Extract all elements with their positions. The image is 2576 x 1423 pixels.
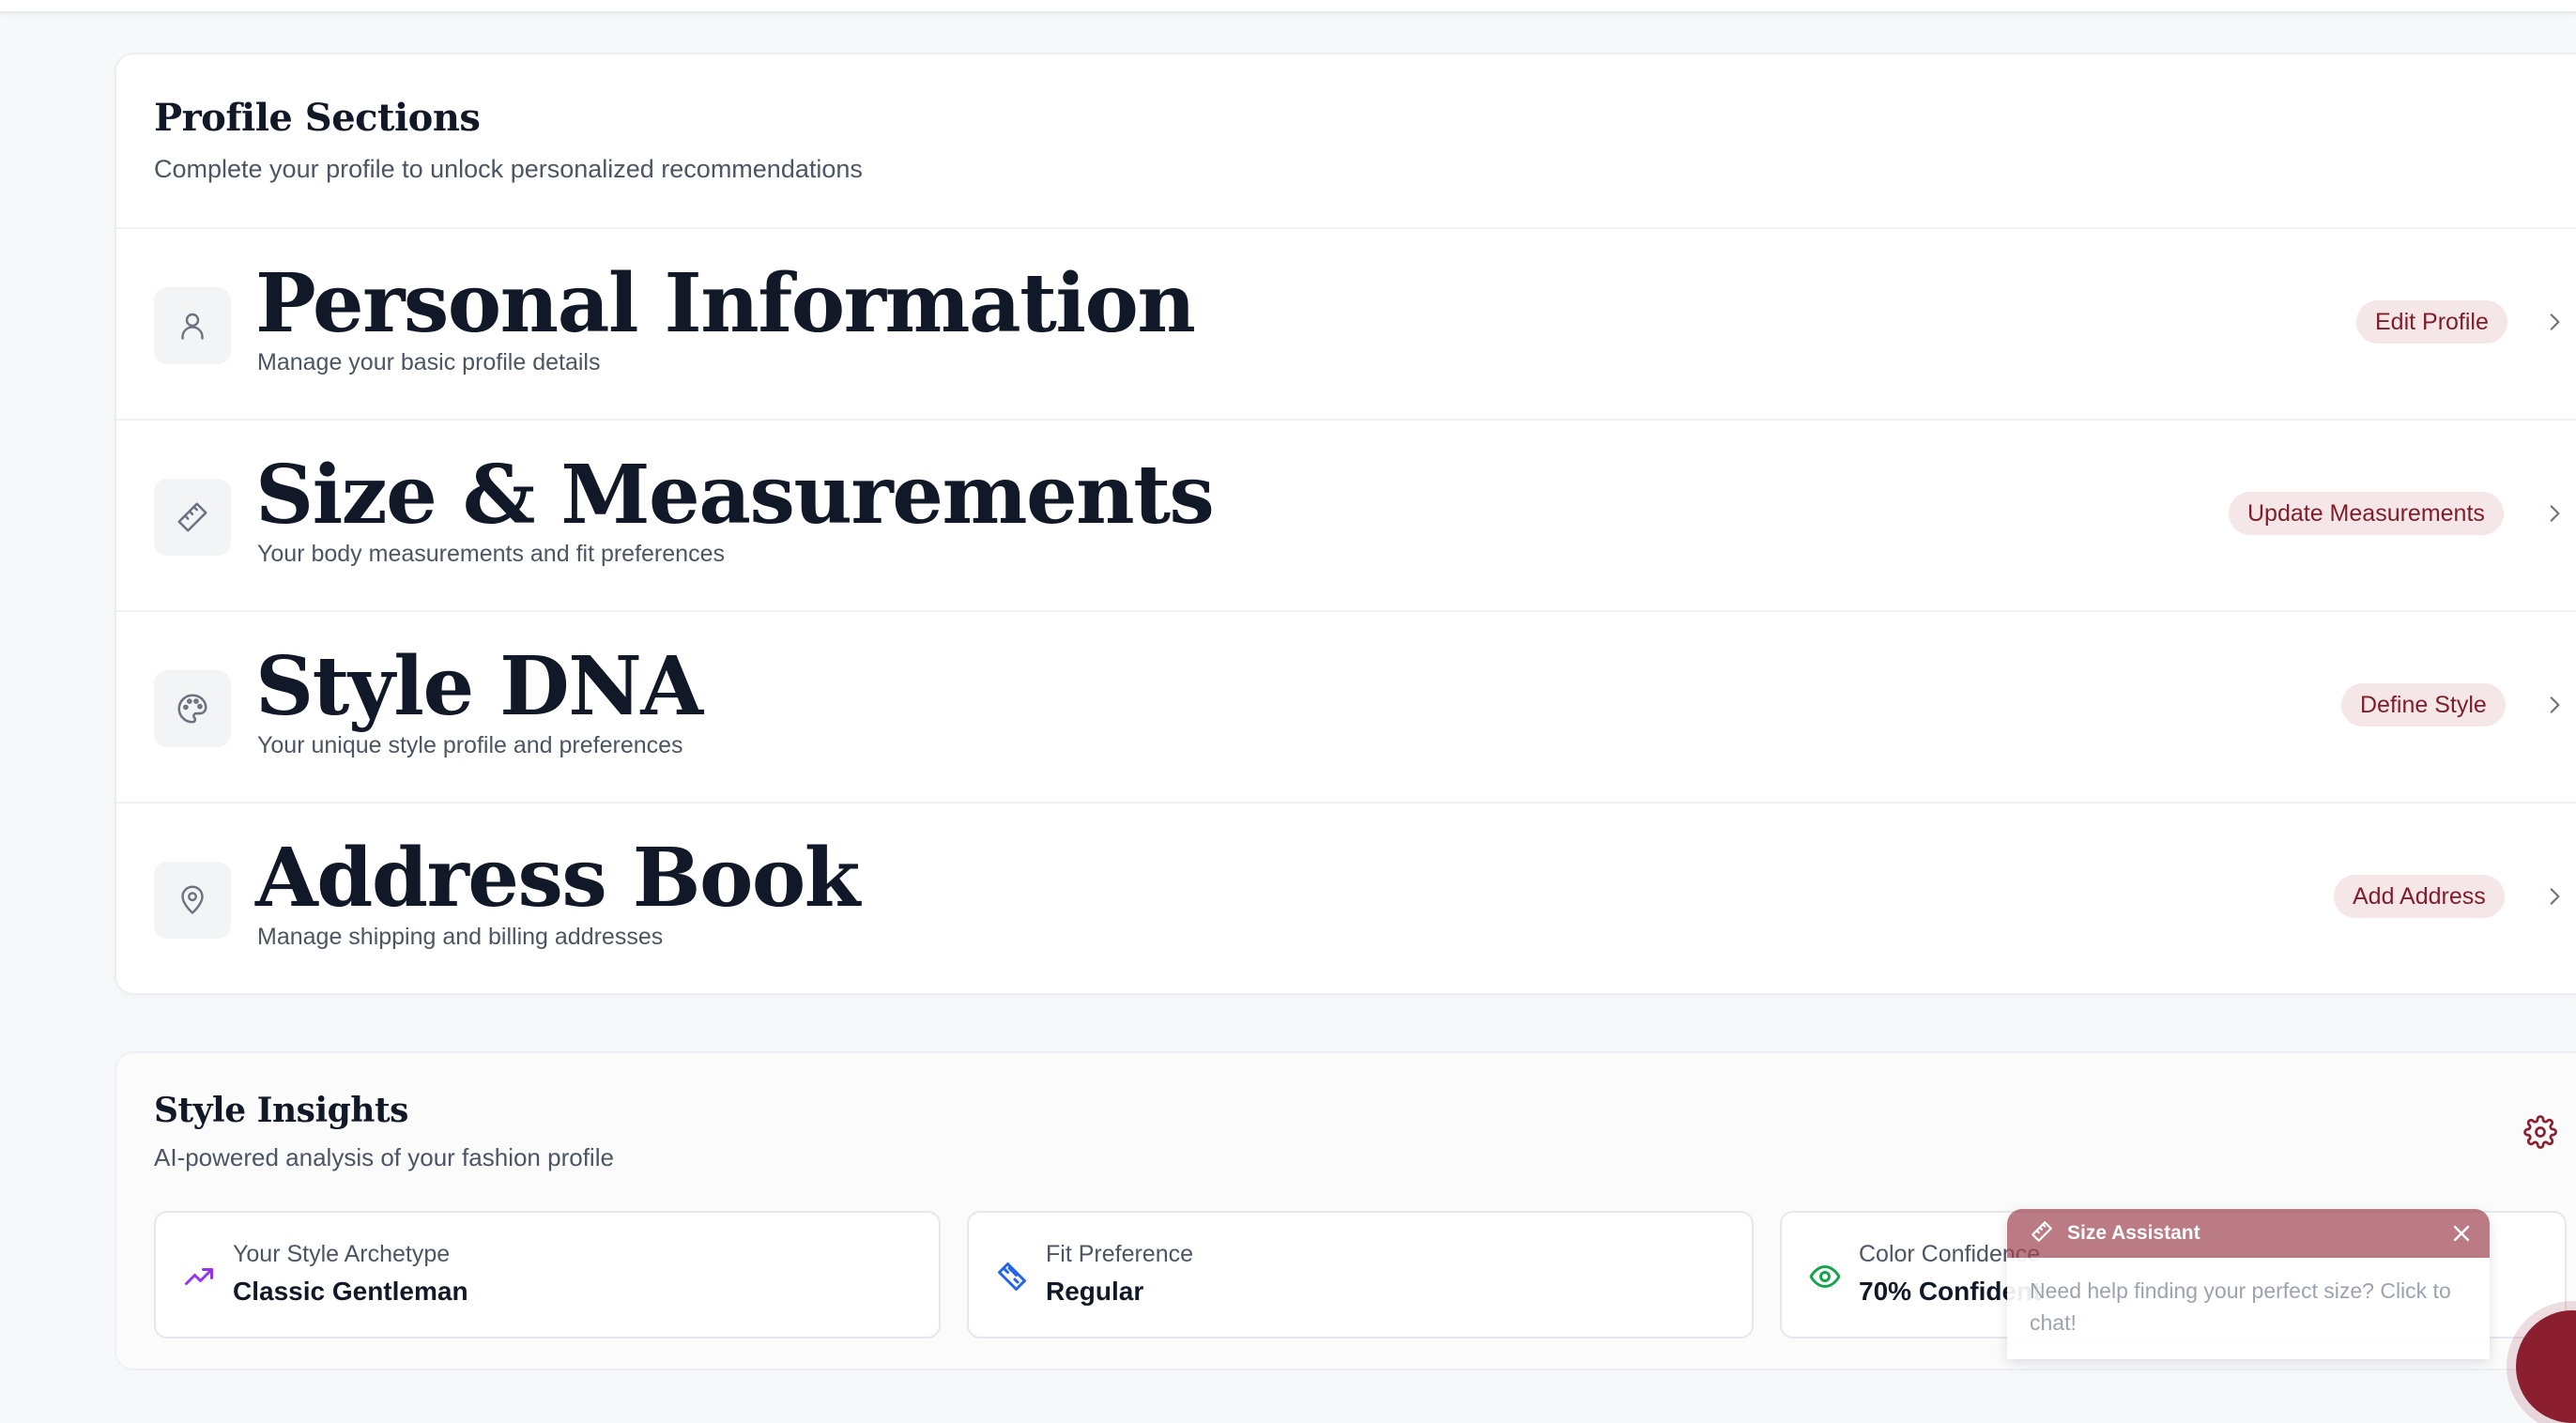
edit-profile-button[interactable]: Edit Profile	[2356, 300, 2507, 344]
section-row-style-dna[interactable]: Style DNA Your unique style profile and …	[116, 612, 2576, 803]
section-title: Address Book	[255, 831, 860, 926]
eye-icon	[1808, 1260, 1842, 1293]
section-row-address-book[interactable]: Address Book Manage shipping and billing…	[116, 803, 2576, 991]
section-row-personal-information[interactable]: Personal Information Manage your basic p…	[116, 229, 2576, 421]
section-description: Manage your basic profile details	[257, 349, 601, 375]
gear-icon[interactable]	[2523, 1115, 2557, 1149]
chevron-right-icon[interactable]	[2540, 882, 2568, 910]
style-insights-subtitle: AI-powered analysis of your fashion prof…	[154, 1143, 614, 1171]
size-assistant-header: Size Assistant	[2007, 1209, 2490, 1258]
ruler-icon	[154, 479, 231, 556]
add-address-button[interactable]: Add Address	[2334, 875, 2505, 918]
profile-sections-title: Profile Sections	[154, 96, 481, 140]
palette-icon	[154, 670, 231, 747]
profile-sections-card: Profile Sections Complete your profile t…	[115, 53, 2576, 995]
ruler-icon	[2030, 1219, 2054, 1248]
trending-up-icon	[182, 1260, 216, 1293]
insight-label: Fit Preference	[1046, 1241, 1194, 1267]
size-assistant-message[interactable]: Need help finding your perfect size? Cli…	[2007, 1258, 2490, 1359]
ruler-icon	[995, 1260, 1029, 1293]
chevron-right-icon[interactable]	[2540, 691, 2568, 719]
update-measurements-button[interactable]: Update Measurements	[2229, 492, 2504, 535]
close-icon[interactable]	[2448, 1220, 2475, 1247]
profile-sections-subtitle: Complete your profile to unlock personal…	[154, 155, 863, 183]
section-title: Personal Information	[255, 256, 1196, 351]
top-navigation-bar	[0, 0, 2576, 13]
style-insights-title: Style Insights	[154, 1091, 408, 1130]
section-description: Manage shipping and billing addresses	[257, 924, 664, 950]
section-description: Your body measurements and fit preferenc…	[257, 541, 725, 567]
section-title: Style DNA	[255, 639, 703, 734]
chevron-right-icon[interactable]	[2540, 499, 2568, 528]
chevron-right-icon[interactable]	[2540, 308, 2568, 336]
define-style-button[interactable]: Define Style	[2341, 683, 2506, 727]
section-description: Your unique style profile and preference…	[257, 732, 683, 758]
size-assistant-title: Size Assistant	[2067, 1222, 2200, 1244]
section-row-size-measurements[interactable]: Size & Measurements Your body measuremen…	[116, 421, 2576, 612]
insight-card-fit-preference: Fit Preference Regular	[967, 1211, 1754, 1339]
insight-card-style-archetype: Your Style Archetype Classic Gentleman	[154, 1211, 941, 1339]
insight-value: Regular	[1046, 1277, 1144, 1306]
map-pin-icon	[154, 862, 231, 939]
profile-sections-header: Profile Sections Complete your profile t…	[116, 54, 2576, 229]
insight-value: Classic Gentleman	[233, 1277, 468, 1306]
size-assistant-popup[interactable]: Size Assistant Need help finding your pe…	[2007, 1209, 2490, 1359]
user-icon	[154, 287, 231, 364]
section-title: Size & Measurements	[255, 448, 1215, 543]
insight-label: Your Style Archetype	[233, 1241, 451, 1267]
